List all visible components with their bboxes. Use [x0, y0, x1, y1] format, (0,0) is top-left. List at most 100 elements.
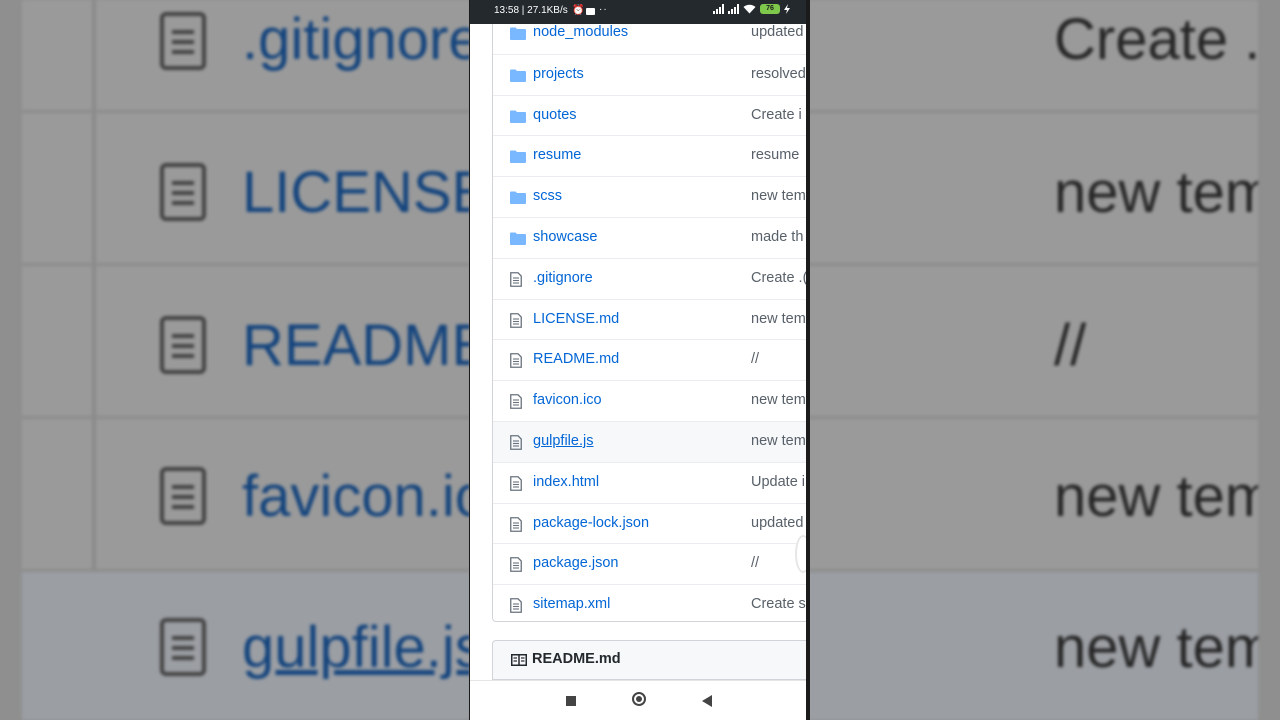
file-name-link[interactable]: quotes: [533, 107, 577, 123]
file-icon: [510, 598, 522, 618]
background-row: gulpfile.js: [22, 572, 470, 720]
background-row: //: [806, 266, 1258, 419]
file-row[interactable]: gulpfile.js new tem: [493, 420, 806, 462]
file-row[interactable]: index.html Update i: [493, 461, 806, 503]
commit-message-link[interactable]: new tem: [751, 188, 806, 204]
file-icon: [510, 435, 522, 455]
background-row: LICENSE: [22, 113, 470, 266]
file-row[interactable]: favicon.ico new tem: [493, 380, 806, 421]
file-row[interactable]: scss new tem: [493, 176, 806, 217]
file-icon: [510, 353, 522, 373]
file-row[interactable]: package-lock.json updated: [493, 502, 806, 544]
status-icons: 76: [713, 4, 790, 14]
commit-message-link[interactable]: resume: [751, 147, 799, 163]
file-row[interactable]: README.md //: [493, 339, 806, 380]
commit-message-link[interactable]: updated: [751, 24, 803, 40]
phone-screen: 13:58 | 27.1KB/s ⏰ ·· 76 node_modulesupd…: [470, 0, 806, 720]
background-row: README: [22, 266, 470, 419]
background-commit-message: //: [1054, 313, 1087, 378]
file-row[interactable]: showcase made th: [493, 216, 806, 258]
file-icon: [160, 12, 206, 70]
file-row[interactable]: node_modules updated: [493, 24, 806, 54]
file-icon: [510, 271, 522, 292]
commit-message-link[interactable]: Update i: [751, 474, 805, 490]
scroll-indicator[interactable]: [795, 535, 806, 573]
commit-message-link[interactable]: new tem: [751, 311, 806, 327]
background-commit-message: new tem: [1054, 160, 1258, 225]
background-file-name: gulpfile.js: [242, 615, 470, 680]
file-name-link[interactable]: package-lock.json: [533, 515, 649, 531]
readme-header: README.md: [492, 640, 806, 680]
file-list: node_modules updated projects resolved quote…: [492, 24, 806, 622]
file-name-link[interactable]: node_modules: [533, 24, 628, 40]
folder-icon: [510, 69, 526, 87]
file-name-link[interactable]: showcase: [533, 229, 597, 245]
file-icon: [510, 394, 522, 414]
background-row: favicon.ic: [22, 419, 470, 572]
background-commit-message: Create .g: [1054, 7, 1258, 72]
file-name-link[interactable]: favicon.ico: [533, 392, 602, 408]
file-name-link[interactable]: projects: [533, 66, 584, 82]
file-icon: [160, 316, 206, 374]
file-row[interactable]: .gitignore Create .(: [493, 257, 806, 299]
commit-message-link[interactable]: new tem: [751, 392, 806, 408]
commit-message-link[interactable]: Create s: [751, 596, 806, 612]
commit-message-link[interactable]: Create i: [751, 107, 802, 123]
file-icon: [160, 467, 206, 525]
readme-title: README.md: [532, 651, 621, 667]
status-bar: 13:58 | 27.1KB/s ⏰ ·· 76: [470, 0, 806, 24]
background-commit-message: new tem: [1054, 464, 1258, 529]
book-icon: [511, 654, 527, 666]
background-file-name: favicon.ic: [242, 464, 470, 529]
battery-icon: 76: [760, 4, 780, 14]
background-file-name: README: [242, 313, 470, 378]
file-icon: [510, 557, 522, 577]
folder-icon: [510, 150, 526, 168]
file-icon: [510, 516, 522, 537]
commit-message-link[interactable]: //: [751, 555, 759, 571]
file-name-link[interactable]: LICENSE.md: [533, 311, 619, 327]
folder-icon: [510, 110, 526, 128]
file-name-link[interactable]: sitemap.xml: [533, 596, 610, 612]
background-row: .gitignore: [22, 0, 470, 113]
background-commit-message: new tem: [1054, 615, 1258, 680]
folder-icon: [510, 191, 526, 209]
android-nav-bar: [470, 680, 806, 720]
home-button[interactable]: [632, 692, 646, 706]
file-icon: [160, 163, 206, 221]
background-row: Create .g: [806, 0, 1258, 113]
back-button[interactable]: [702, 695, 712, 707]
file-name-link[interactable]: README.md: [533, 351, 619, 367]
file-row[interactable]: projects resolved: [493, 53, 806, 95]
file-row[interactable]: package.json //: [493, 543, 806, 584]
folder-icon: [510, 27, 526, 45]
background-file-name: .gitignore: [242, 7, 470, 72]
background-row: new tem: [806, 419, 1258, 572]
commit-message-link[interactable]: new tem: [751, 433, 806, 449]
commit-message-link[interactable]: made th: [751, 229, 803, 245]
background-file-name: LICENSE: [242, 160, 470, 225]
file-name-link[interactable]: .gitignore: [533, 270, 593, 286]
file-name-link[interactable]: index.html: [533, 474, 599, 490]
commit-message-link[interactable]: resolved: [751, 66, 806, 82]
background-row: new tem: [806, 572, 1258, 720]
file-name-link[interactable]: package.json: [533, 555, 618, 571]
recents-button[interactable]: [566, 696, 576, 706]
file-row[interactable]: LICENSE.md new tem: [493, 298, 806, 340]
file-icon: [510, 475, 522, 496]
more-notifications-icon: ··: [599, 4, 608, 15]
phone-edge-right: [806, 0, 810, 720]
file-row[interactable]: resume resume: [493, 135, 806, 176]
file-name-link[interactable]: resume: [533, 147, 581, 163]
file-icon: [510, 312, 522, 333]
commit-message-link[interactable]: Create .(: [751, 270, 806, 286]
commit-message-link[interactable]: //: [751, 351, 759, 367]
file-name-link[interactable]: gulpfile.js: [533, 433, 593, 449]
file-row[interactable]: sitemap.xml Create s: [493, 584, 806, 621]
background-left-zoom: .gitignore LICENSE README favicon.ic gul…: [22, 0, 470, 720]
commit-message-link[interactable]: updated: [751, 515, 803, 531]
file-icon: [160, 618, 206, 676]
background-right-zoom: Create .g new tem // new tem new tem: [806, 0, 1258, 720]
file-name-link[interactable]: scss: [533, 188, 562, 204]
file-row[interactable]: quotes Create i: [493, 94, 806, 136]
